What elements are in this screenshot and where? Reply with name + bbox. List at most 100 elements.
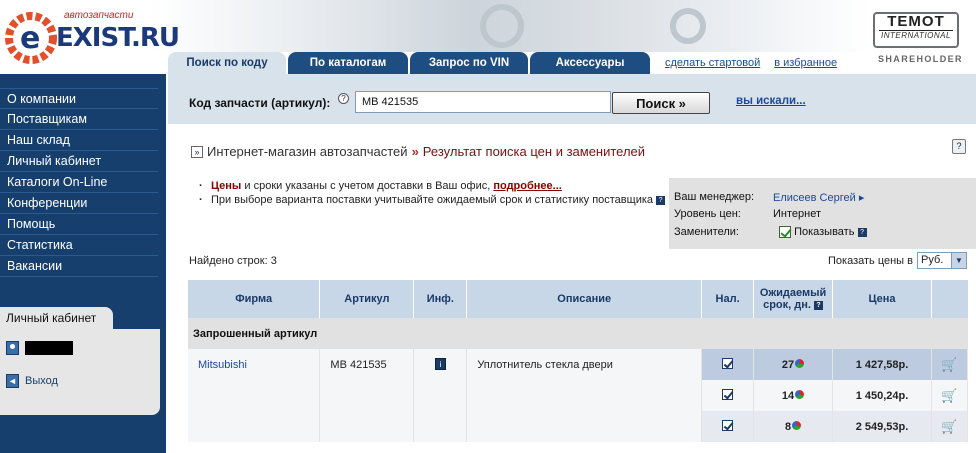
replacements-key: Заменители: — [674, 226, 739, 238]
currency-value: Руб. — [921, 254, 944, 266]
cell-stock — [701, 411, 755, 442]
sidebar-item-help[interactable]: Помощь — [0, 214, 158, 235]
col-description: Описание — [466, 280, 703, 318]
group-label: Запрошенный артикул — [188, 318, 968, 349]
supplier-stats-icon[interactable] — [795, 358, 805, 368]
svg-text:e: e — [20, 21, 40, 56]
recent-searches-link[interactable]: вы искали... — [736, 95, 806, 107]
sidebar-item-account[interactable]: Личный кабинет — [0, 151, 158, 172]
breadcrumb-arrow-icon: » — [191, 145, 203, 158]
sidebar-item-vacancies[interactable]: Вакансии — [0, 256, 158, 277]
manager-link[interactable]: Елисеев Сергей ▸ — [773, 191, 864, 204]
col-expected[interactable]: Ожидаемый срок, дн. ? — [753, 280, 834, 318]
col-firm[interactable]: Фирма — [188, 280, 321, 318]
sidebar-item-forums[interactable]: Конференции — [0, 193, 158, 214]
cell-article: MB 421535 — [319, 349, 415, 442]
firm-link[interactable]: Mitsubishi — [198, 359, 247, 371]
partner-logo: TEMOT INTERNATIONAL — [873, 12, 959, 48]
col-article[interactable]: Артикул — [319, 280, 415, 318]
tab-vin-request[interactable]: Запрос по VIN — [410, 52, 528, 74]
exist-logo[interactable]: e автозапчасти EXIST.RU — [4, 6, 180, 68]
manager-key: Ваш менеджер: — [674, 191, 755, 203]
favorites-link[interactable]: в избранное — [774, 57, 837, 69]
user-icon — [6, 341, 19, 355]
tab-accessories[interactable]: Аксессуары — [530, 52, 650, 74]
table-header-row: Фирма Артикул Инф. Описание Нал. Ожидаем… — [188, 280, 968, 318]
price-level-value: Интернет — [773, 208, 821, 220]
col-price[interactable]: Цена — [832, 280, 932, 318]
cell-info: i — [413, 349, 468, 442]
replacements-help-icon[interactable]: ? — [857, 227, 867, 237]
currency-control: Показать цены в Руб. ▼ — [828, 252, 967, 269]
show-replacements-checkbox[interactable] — [779, 226, 791, 239]
cart-icon[interactable]: 🛒 — [941, 357, 957, 373]
currency-label: Показать цены в — [828, 254, 913, 267]
gear-logo-icon: e — [5, 12, 57, 64]
note-prices: · Цены и сроки указаны с учетом доставки… — [199, 180, 562, 192]
manager-row: Ваш менеджер: Елисеев Сергей ▸ — [674, 191, 864, 204]
col-stock[interactable]: Нал. — [701, 280, 755, 318]
delivery-help-icon[interactable]: ? — [656, 195, 666, 205]
cell-days: 14 — [753, 380, 834, 411]
tab-catalogs[interactable]: По каталогам — [288, 52, 408, 74]
col-cart — [931, 280, 968, 318]
replacements-row: Заменители: Показывать ? — [674, 226, 867, 239]
make-start-link[interactable]: сделать стартовой — [665, 57, 760, 69]
cell-price: 2 549,53р. — [832, 411, 932, 442]
replacements-control: Показывать ? — [773, 226, 867, 239]
sidebar-item-suppliers[interactable]: Поставщикам — [0, 109, 158, 130]
sidebar-item-about[interactable]: О компании — [0, 88, 158, 109]
breadcrumb-link-shop[interactable]: Интернет-магазин автозапчастей — [207, 144, 408, 159]
tab-bar: Поиск по коду По каталогам Запрос по VIN… — [168, 52, 650, 74]
details-link[interactable]: подробнее... — [493, 180, 561, 192]
note-delivery: · При выборе варианта поставки учитывайт… — [199, 194, 669, 207]
partner-subtitle: INTERNATIONAL — [879, 30, 953, 40]
currency-select[interactable]: Руб. ▼ — [917, 252, 967, 269]
price-level-key: Уровень цен: — [674, 208, 741, 220]
cart-icon[interactable]: 🛒 — [941, 388, 957, 404]
supplier-stats-icon[interactable] — [792, 420, 802, 430]
logout-label: Выход — [25, 375, 58, 387]
cell-cart: 🛒 — [931, 349, 969, 380]
cell-description: Уплотнитель стекла двери — [466, 349, 703, 442]
col-info: Инф. — [413, 280, 468, 318]
search-help-icon[interactable]: ? — [338, 93, 349, 104]
search-label: Код запчасти (артикул): — [189, 96, 331, 110]
supplier-stats-icon[interactable] — [795, 389, 805, 399]
partner-caption: SHAREHOLDER — [878, 54, 963, 64]
redacted-username — [25, 341, 73, 355]
cabinet-panel-title: Личный кабинет — [0, 307, 113, 329]
top-links: сделать стартовой в избранное — [665, 57, 837, 69]
expected-help-icon[interactable]: ? — [814, 300, 824, 310]
search-button[interactable]: Поиск » — [612, 92, 710, 114]
breadcrumb-current: Результат поиска цен и заменителей — [422, 144, 646, 159]
partner-title: TEMOT — [887, 13, 945, 30]
sidebar-item-catalogs[interactable]: Каталоги On-Line — [0, 172, 158, 193]
notes: · Цены и сроки указаны с учетом доставки… — [199, 180, 669, 208]
info-icon[interactable]: i — [434, 358, 446, 370]
chevron-down-icon: ▼ — [951, 253, 966, 268]
page-help-icon[interactable]: ? — [952, 139, 966, 154]
site-header: e автозапчасти EXIST.RU TEMOT INTERNATIO… — [0, 0, 976, 74]
results-table: Фирма Артикул Инф. Описание Нал. Ожидаем… — [188, 280, 969, 442]
days-value: 27 — [781, 358, 795, 371]
tab-search-by-code[interactable]: Поиск по коду — [168, 52, 286, 74]
sidebar-item-statistics[interactable]: Статистика — [0, 235, 158, 256]
sidebar-item-warehouse[interactable]: Наш склад — [0, 130, 158, 151]
cell-days: 8 — [753, 411, 834, 442]
cell-firm: Mitsubishi — [188, 349, 321, 442]
show-replacements-label: Показывать — [794, 226, 855, 238]
note-delivery-text: При выборе варианта поставки учитывайте … — [211, 194, 666, 207]
table-row: Mitsubishi MB 421535 i Уплотнитель стекл… — [188, 349, 969, 442]
stock-check-icon — [722, 419, 734, 431]
price-level-row: Уровень цен: Интернет — [674, 208, 821, 220]
cell-cart: 🛒 — [931, 411, 969, 442]
search-input[interactable] — [355, 91, 611, 113]
cell-stock — [701, 349, 755, 380]
logout-icon: ◄ — [6, 374, 19, 388]
cabinet-panel: ◄ Выход — [0, 329, 160, 415]
cart-icon[interactable]: 🛒 — [941, 419, 957, 435]
search-bar: Код запчасти (артикул): ? Поиск » вы иск… — [168, 74, 976, 124]
logout-button[interactable]: ◄ Выход — [6, 374, 58, 388]
account-info-panel: Ваш менеджер: Елисеев Сергей ▸ Уровень ц… — [669, 178, 976, 249]
